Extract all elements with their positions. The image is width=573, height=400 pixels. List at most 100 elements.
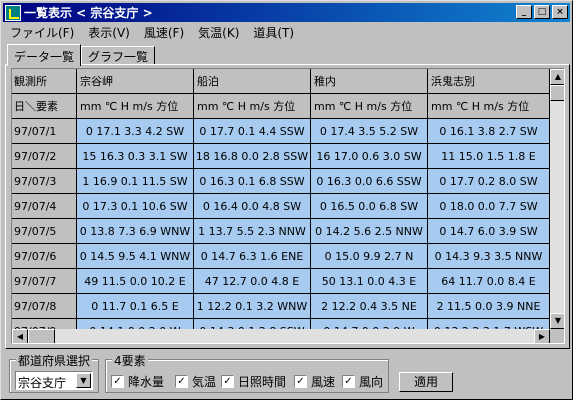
scroll-up-button[interactable]: ▲ [550,69,564,85]
scrollbar-corner [550,329,564,343]
horizontal-scrollbar[interactable]: ◀ ▶ [12,329,550,343]
horizontal-scroll-thumb[interactable] [28,329,55,343]
menu-wind-speed[interactable]: 風速(F) [137,24,191,41]
data-cell[interactable]: 0 14.7 0.0 2.9 W [311,319,428,329]
date-cell: 97/07/5 [12,219,77,244]
checkbox-label: 風速 [311,375,336,389]
unit-header: mm ℃ H m/s 方位 [77,94,194,119]
data-cell[interactable]: 0 17.4 3.5 5.2 SW [311,119,428,144]
data-cell[interactable]: 50 13.1 0.0 4.3 E [311,269,428,294]
sunshine-checkbox[interactable]: ✓ 日照時間 [221,373,286,390]
station-header: 宗谷岬 [77,69,194,94]
check-icon[interactable]: ✓ [294,375,307,388]
table-row[interactable]: 97/07/6 0 14.5 9.5 4.1 WNW 0 14.7 6.3 1.… [12,244,550,269]
date-cell: 97/07/2 [12,144,77,169]
tab-data-list[interactable]: データ一覧 [7,44,82,66]
data-cell[interactable]: 0 17.7 0.2 8.0 SW [428,169,550,194]
data-cell[interactable]: 49 11.5 0.0 10.2 E [77,269,194,294]
temperature-checkbox[interactable]: ✓ 気温 [175,373,216,390]
unit-header: mm ℃ H m/s 方位 [194,94,311,119]
prefecture-select[interactable]: 宗谷支庁 ▼ [15,371,93,390]
element-header-row: 日＼要素 mm ℃ H m/s 方位 mm ℃ H m/s 方位 mm ℃ H … [12,94,550,119]
table-row[interactable]: 97/07/1 0 17.1 3.3 4.2 SW 0 17.7 0.1 4.4… [12,119,550,144]
station-header: 稚内 [311,69,428,94]
data-cell[interactable]: 0 14.5 9.5 4.1 WNW [77,244,194,269]
tab-panel: 観測所 宗谷岬 船泊 稚内 浜鬼志別 日＼要素 mm ℃ H m/s 方位 mm… [5,64,570,349]
data-cell[interactable]: 0 18.0 0.0 7.7 SW [428,194,550,219]
table-row[interactable]: 97/07/7 49 11.5 0.0 10.2 E 47 12.7 0.0 4… [12,269,550,294]
table-row[interactable]: 97/07/4 0 17.3 0.1 10.6 SW 0 16.4 0.0 4.… [12,194,550,219]
data-cell[interactable]: 2 11.5 0.0 3.9 NNE [428,294,550,319]
menu-temperature[interactable]: 気温(K) [191,24,246,41]
check-icon[interactable]: ✓ [175,375,188,388]
data-cell[interactable]: 0 14.3 0.1 2.8 SSW [194,319,311,329]
scroll-down-button[interactable]: ▼ [550,313,564,329]
data-cell[interactable]: 1 12.2 0.1 3.2 WNW [194,294,311,319]
data-cell[interactable]: 0 16.3 0.1 6.8 SSW [194,169,311,194]
close-button[interactable]: × [552,5,568,19]
check-icon[interactable]: ✓ [342,375,355,388]
data-cell[interactable]: 2 12.2 0.4 3.5 NE [311,294,428,319]
data-cell[interactable]: 0 15.0 9.9 2.7 N [311,244,428,269]
data-cell[interactable]: 1 16.9 0.1 11.5 SW [77,169,194,194]
table-row[interactable]: 97/07/2 15 16.3 0.3 3.1 SW 18 16.8 0.0 2… [12,144,550,169]
data-cell[interactable]: 0 17.7 0.1 4.4 SSW [194,119,311,144]
data-cell[interactable]: 0 14.2 5.6 2.5 NNW [311,219,428,244]
data-cell[interactable]: 0 16.1 3.8 2.7 SW [428,119,550,144]
data-cell[interactable]: 1 13.7 5.5 2.3 NNW [194,219,311,244]
app-window: 一覧表示 < 宗谷支庁 > _ □ × ファイル(F) 表示(V) 風速(F) … [0,0,573,400]
dropdown-arrow-icon[interactable]: ▼ [76,373,91,388]
data-cell[interactable]: 0 13.8 7.3 6.9 WNW [77,219,194,244]
table-row[interactable]: 97/07/8 0 11.7 0.1 6.5 E 1 12.2 0.1 3.2 … [12,294,550,319]
title-bar[interactable]: 一覧表示 < 宗谷支庁 > _ □ × [3,3,570,22]
date-cell: 97/07/6 [12,244,77,269]
menu-file[interactable]: ファイル(F) [3,24,81,41]
data-cell[interactable]: 0 14.3 9.3 3.5 NNW [428,244,550,269]
elements-label: 4要素 [112,352,148,369]
data-cell[interactable]: 0 16.4 0.0 4.8 SW [194,194,311,219]
data-cell[interactable]: 15 16.3 0.3 3.1 SW [77,144,194,169]
apply-button[interactable]: 適用 [399,372,453,392]
data-cell[interactable]: 64 11.7 0.0 8.4 E [428,269,550,294]
menu-view[interactable]: 表示(V) [81,24,137,41]
precipitation-checkbox[interactable]: ✓ 降水量 [111,373,164,390]
minimize-button[interactable]: _ [516,5,532,19]
vertical-scroll-thumb[interactable] [550,85,564,101]
corner-station-label: 観測所 [12,69,77,94]
wind-direction-checkbox[interactable]: ✓ 風向 [342,373,383,390]
data-cell[interactable]: 0 11.7 0.1 6.5 E [77,294,194,319]
data-cell[interactable]: 11 15.0 1.5 1.8 E [428,144,550,169]
date-cell: 97/07/9 [12,319,77,329]
table-row[interactable]: 97/07/5 0 13.8 7.3 6.9 WNW 1 13.7 5.5 2.… [12,219,550,244]
data-cell[interactable]: 0 17.3 0.1 10.6 SW [77,194,194,219]
unit-header: mm ℃ H m/s 方位 [311,94,428,119]
data-cell[interactable]: 18 16.8 0.0 2.8 SSW [194,144,311,169]
data-cell[interactable]: 16 17.0 0.6 3.0 SW [311,144,428,169]
station-header: 浜鬼志別 [428,69,550,94]
tab-strip: データ一覧 グラフ一覧 [7,43,156,66]
data-cell[interactable]: 0 16.3 0.0 6.6 SSW [311,169,428,194]
scroll-right-button[interactable]: ▶ [534,329,550,343]
table-row[interactable]: 97/07/9 0 14.1 0.0 2.0 W 0 14.3 0.1 2.8 … [12,319,550,329]
prefecture-label: 都道府県選択 [16,352,93,369]
menu-bar: ファイル(F) 表示(V) 風速(F) 気温(K) 道具(T) [3,23,570,41]
data-cell[interactable]: 0 13.2 2.3 1.7 WSW [428,319,550,329]
data-cell[interactable]: 47 12.7 0.0 4.8 E [194,269,311,294]
check-icon[interactable]: ✓ [111,375,124,388]
check-icon[interactable]: ✓ [221,375,234,388]
scroll-left-button[interactable]: ◀ [12,329,28,343]
wind-speed-checkbox[interactable]: ✓ 風速 [294,373,335,390]
tab-graph-list[interactable]: グラフ一覧 [81,46,156,65]
data-cell[interactable]: 0 14.1 0.0 2.0 W [77,319,194,329]
vertical-scrollbar[interactable]: ▲ ▼ [550,69,564,329]
checkbox-label: 日照時間 [238,375,287,389]
app-icon [5,4,21,21]
data-cell[interactable]: 0 14.7 6.3 1.6 ENE [194,244,311,269]
menu-tools[interactable]: 道具(T) [246,24,301,41]
corner-element-label: 日＼要素 [12,94,77,119]
maximize-button[interactable]: □ [534,5,550,19]
data-cell[interactable]: 0 14.7 6.0 3.9 SW [428,219,550,244]
table-row[interactable]: 97/07/3 1 16.9 0.1 11.5 SW 0 16.3 0.1 6.… [12,169,550,194]
data-cell[interactable]: 0 16.5 0.0 6.8 SW [311,194,428,219]
data-cell[interactable]: 0 17.1 3.3 4.2 SW [77,119,194,144]
